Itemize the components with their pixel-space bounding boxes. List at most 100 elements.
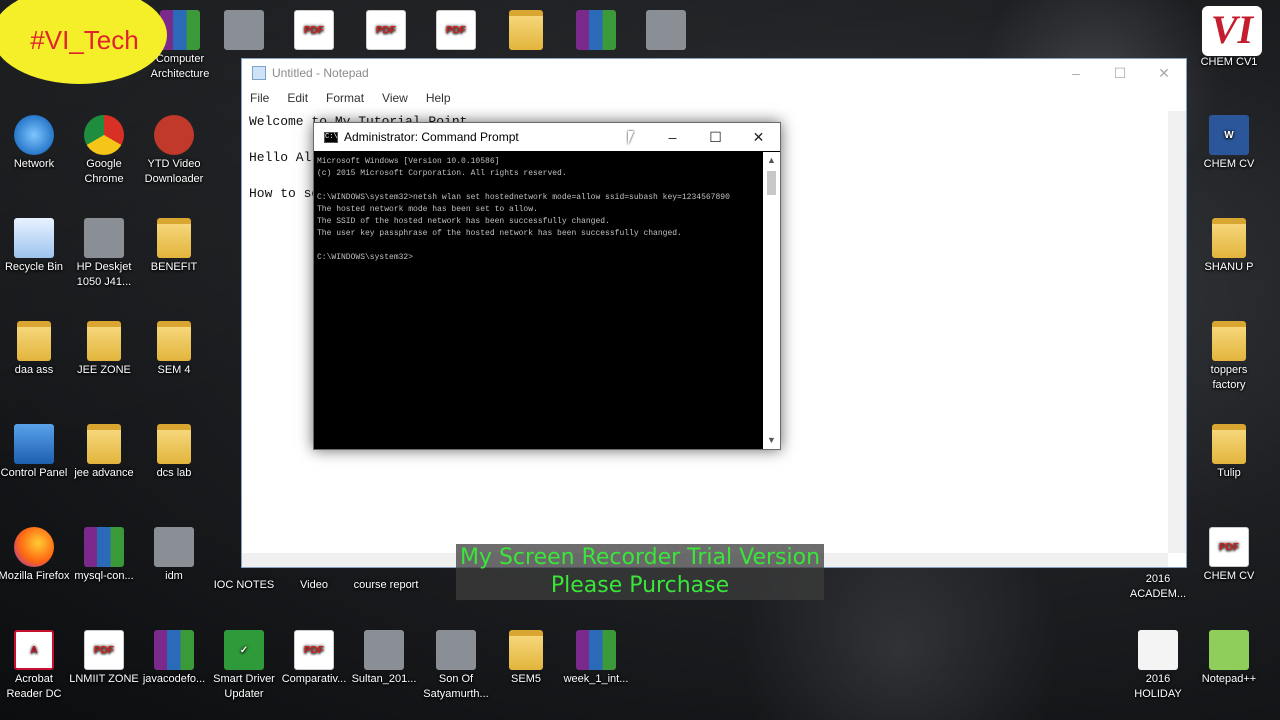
desktop-icon[interactable]: week_1_int...	[560, 630, 632, 687]
desktop-icon[interactable]: Sultan_201...	[348, 630, 420, 687]
archive-icon	[576, 630, 616, 670]
desktop-icon-label: Google Chrome	[84, 158, 124, 185]
desktop-icon-label: IOC NOTES	[213, 579, 275, 591]
desktop-icon[interactable]	[560, 10, 632, 52]
desktop-icon[interactable]: 2016 ACADEM...	[1122, 572, 1194, 602]
desktop-icon[interactable]: W CHEM CV	[1193, 115, 1265, 172]
desktop-icon-label: Recycle Bin	[4, 261, 64, 273]
desktop-icon[interactable]: JEE ZONE	[68, 321, 140, 378]
desktop-icon[interactable]: toppers factory	[1193, 321, 1265, 393]
desktop-icon[interactable]: Network	[0, 115, 70, 172]
desktop-icon[interactable]: Comparativ...	[278, 630, 350, 687]
minimize-button[interactable]: –	[1054, 59, 1098, 87]
desktop-icon[interactable]: mysql-con...	[68, 527, 140, 584]
folder-icon	[157, 424, 191, 464]
folder-icon	[509, 630, 543, 670]
desktop-icon-label: CHEM CV1	[1200, 56, 1258, 68]
desktop-icon[interactable]: Video	[278, 578, 350, 593]
folder-icon	[157, 218, 191, 258]
mouse-cursor-icon	[628, 131, 634, 145]
close-button[interactable]: ✕	[737, 123, 780, 151]
recycle-bin-icon	[14, 218, 54, 258]
desktop-icon[interactable]: 2016 HOLIDAY	[1122, 630, 1194, 702]
maximize-button[interactable]: ☐	[694, 123, 737, 151]
desktop-icon-label: jee advance	[74, 467, 134, 479]
notepad-titlebar[interactable]: Untitled - Notepad – ☐ ✕	[242, 59, 1186, 87]
desktop-icon[interactable]: IOC NOTES	[208, 578, 280, 593]
desktop-icon[interactable]: Notepad++	[1193, 630, 1265, 687]
desktop-icon-label: YTD Video Downloader	[144, 158, 204, 185]
desktop-icon[interactable]	[490, 10, 562, 52]
video-icon	[364, 630, 404, 670]
desktop-icon[interactable]: ✓ Smart Driver Updater	[208, 630, 280, 702]
desktop-icon[interactable]: SEM 4	[138, 321, 210, 378]
desktop-icon[interactable]: YTD Video Downloader	[138, 115, 210, 187]
notepadpp-icon	[1209, 630, 1249, 670]
desktop-icon[interactable]: javacodefo...	[138, 630, 210, 687]
acrobat-icon: A	[14, 630, 54, 670]
menu-help[interactable]: Help	[426, 91, 451, 105]
word-icon: W	[1209, 115, 1249, 155]
desktop-icon[interactable]: SHANU P	[1193, 218, 1265, 275]
desktop-icon-label: mysql-con...	[74, 570, 134, 582]
desktop-icon[interactable]: idm	[138, 527, 210, 584]
terminal-icon: C:\	[324, 131, 338, 143]
desktop-icon[interactable]: A Acrobat Reader DC	[0, 630, 70, 702]
desktop-icon[interactable]: dcs lab	[138, 424, 210, 481]
video-icon	[436, 630, 476, 670]
desktop-icon-label: Sultan_201...	[351, 673, 417, 685]
maximize-button[interactable]: ☐	[1098, 59, 1142, 87]
desktop-icon-label: Control Panel	[0, 467, 68, 479]
desktop-icon[interactable]	[350, 10, 422, 52]
app-icon	[154, 527, 194, 567]
printer-icon	[84, 218, 124, 258]
desktop-icon[interactable]	[208, 10, 280, 52]
archive-icon	[84, 527, 124, 567]
close-button[interactable]: ✕	[1142, 59, 1186, 87]
desktop-icon[interactable]: Mozilla Firefox	[0, 527, 70, 584]
desktop-icon-label: javacodefo...	[142, 673, 206, 685]
watermark-line1: My Screen Recorder Trial Version	[459, 545, 821, 570]
desktop-icon[interactable]: CHEM CV	[1193, 527, 1265, 584]
desktop-icon[interactable]: jee advance	[68, 424, 140, 481]
desktop-icon[interactable]	[630, 10, 702, 52]
desktop-icon[interactable]: Recycle Bin	[0, 218, 70, 275]
desktop-icon[interactable]: Son Of Satyamurth...	[418, 630, 494, 702]
menu-view[interactable]: View	[382, 91, 408, 105]
desktop-icon-label: course report	[353, 579, 419, 591]
badge-text: #VI_Tech	[30, 24, 139, 55]
cmd-title: Administrator: Command Prompt	[344, 130, 519, 144]
desktop-icon[interactable]: Tulip	[1193, 424, 1265, 481]
notepad-menubar: File Edit Format View Help	[242, 87, 1186, 109]
menu-format[interactable]: Format	[326, 91, 364, 105]
desktop-icon-label: Video	[300, 579, 328, 591]
desktop-icon[interactable]: CHEM CV1	[1193, 55, 1265, 70]
minimize-button[interactable]: –	[651, 123, 694, 151]
cmd-scrollbar[interactable]: ▲ ▼	[763, 152, 780, 449]
cmd-output[interactable]: Microsoft Windows [Version 10.0.10586] (…	[315, 152, 763, 449]
desktop-icon[interactable]: HP Deskjet 1050 J41...	[68, 218, 140, 290]
desktop-icon-label: dcs lab	[156, 467, 192, 479]
driver-updater-icon: ✓	[224, 630, 264, 670]
desktop-icon[interactable]: SEM5	[490, 630, 562, 687]
desktop-icon[interactable]: daa ass	[0, 321, 70, 378]
chrome-icon	[84, 115, 124, 155]
desktop-icon[interactable]: Control Panel	[0, 424, 70, 481]
cmd-titlebar[interactable]: C:\ Administrator: Command Prompt – ☐ ✕	[314, 123, 780, 151]
command-prompt-window[interactable]: C:\ Administrator: Command Prompt – ☐ ✕ …	[313, 122, 781, 450]
archive-icon	[576, 10, 616, 50]
scroll-up-icon[interactable]: ▲	[763, 152, 780, 169]
desktop-icon[interactable]: course report	[348, 578, 424, 593]
menu-file[interactable]: File	[250, 91, 269, 105]
desktop-icon[interactable]	[420, 10, 492, 52]
scroll-down-icon[interactable]: ▼	[763, 432, 780, 449]
desktop-icon[interactable]: Google Chrome	[68, 115, 140, 187]
vertical-scrollbar[interactable]	[1168, 111, 1186, 553]
menu-edit[interactable]: Edit	[287, 91, 308, 105]
desktop-icon[interactable]: LNMIIT ZONE	[68, 630, 140, 687]
desktop-icon-label: Smart Driver Updater	[213, 673, 275, 700]
desktop-icon[interactable]	[278, 10, 350, 52]
desktop-icon[interactable]: BENEFIT	[138, 218, 210, 275]
scroll-thumb[interactable]	[767, 171, 776, 195]
pdf-icon	[84, 630, 124, 670]
